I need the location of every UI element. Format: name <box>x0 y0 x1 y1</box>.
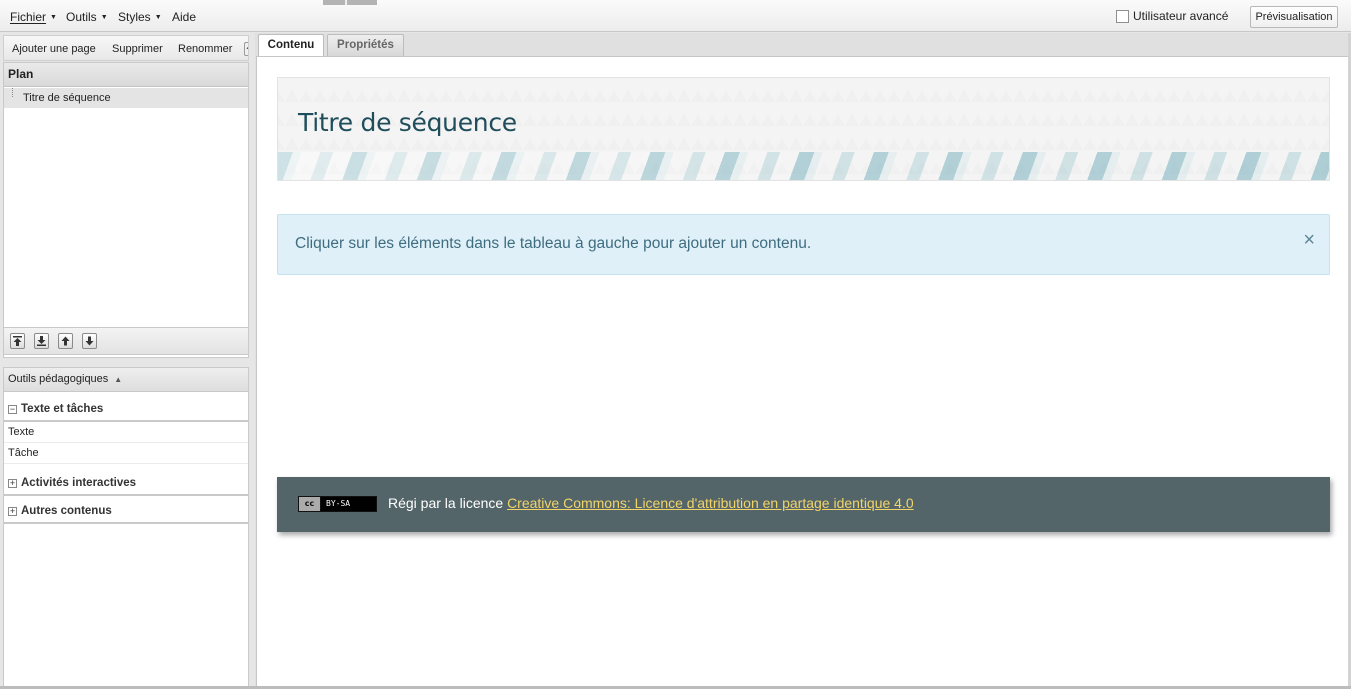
cc-badge-label: cc <box>299 497 321 511</box>
license-footer: cc BY-SA Régi par la licence Creative Co… <box>277 477 1330 532</box>
chevron-down-icon: ▼ <box>100 14 108 21</box>
advanced-user-checkbox[interactable] <box>1116 9 1129 23</box>
move-top-icon <box>13 336 22 346</box>
menu-outils[interactable]: Outils ▼ <box>66 10 108 24</box>
advanced-user-toggle[interactable]: Utilisateur avancé <box>1116 9 1228 23</box>
drag-handle[interactable] <box>323 0 377 5</box>
group-interactive-activities[interactable]: + Activités interactives <box>4 472 248 496</box>
move-top-button[interactable] <box>10 333 25 349</box>
plan-header: Plan <box>4 63 248 87</box>
page-toolbar: Ajouter une page Supprimer Renommer ◂ <box>3 35 249 61</box>
editor-area: Contenu Propriétés Titre de séquence Cli… <box>255 33 1351 689</box>
group-other-content-label: Autres contenus <box>21 505 112 517</box>
cc-by-sa-badge: cc BY-SA <box>298 496 377 512</box>
app-window: Fichier ▼ Outils ▼ Styles ▼ Aide Utilisateu… <box>0 0 1351 689</box>
info-alert: Cliquer sur les éléments dans le tableau… <box>277 214 1330 275</box>
tools-header-label: Outils pédagogiques <box>8 373 109 385</box>
content-frame: Titre de séquence Cliquer sur les élémen… <box>256 56 1349 689</box>
license-prefix: Régi par la licence <box>388 495 508 511</box>
group-interactive-activities-label: Activités interactives <box>21 477 137 489</box>
menu-fichier-label: Fichier <box>10 10 47 24</box>
delete-page-button[interactable]: Supprimer <box>112 43 163 55</box>
toolbar-overflow-icon[interactable]: ◂ <box>244 42 248 56</box>
menu-bar: Fichier ▼ Outils ▼ Styles ▼ Aide Utilisateu… <box>0 0 1351 32</box>
sequence-header: Titre de séquence <box>277 77 1330 181</box>
move-down-button[interactable] <box>82 333 97 349</box>
tab-properties[interactable]: Propriétés <box>327 34 404 56</box>
group-other-content[interactable]: + Autres contenus <box>4 500 248 524</box>
tools-panel: Outils pédagogiques ▲ − Texte et tâches T… <box>3 367 249 689</box>
group-text-tasks[interactable]: − Texte et tâches <box>4 398 248 422</box>
chevron-up-icon: ▲ <box>114 375 123 384</box>
group-text-tasks-label: Texte et tâches <box>21 403 104 415</box>
menu-aide[interactable]: Aide <box>172 10 196 24</box>
move-down-icon <box>85 336 94 346</box>
chevron-down-icon: ▼ <box>154 14 162 21</box>
by-sa-badge-label: BY-SA <box>321 497 376 511</box>
plan-panel: Plan Titre de séquence <box>3 62 249 358</box>
move-bottom-button[interactable] <box>34 333 49 349</box>
plan-order-controls <box>3 327 249 355</box>
left-sidebar: Ajouter une page Supprimer Renommer ◂ Pl… <box>0 33 255 689</box>
license-link[interactable]: Creative Commons: Licence d'attribution … <box>507 495 914 511</box>
tools-header[interactable]: Outils pédagogiques ▲ <box>4 368 248 392</box>
chevron-down-icon: ▼ <box>50 14 57 21</box>
menu-aide-label: Aide <box>172 10 197 24</box>
tab-content[interactable]: Contenu <box>258 34 324 57</box>
preview-button[interactable]: Prévisualisation <box>1250 6 1338 28</box>
move-up-icon <box>61 336 70 346</box>
menu-outils-label: Outils <box>66 10 97 24</box>
sequence-title[interactable]: Titre de séquence <box>298 108 517 137</box>
plan-item-sequence-title[interactable]: Titre de séquence <box>4 88 248 108</box>
menu-styles[interactable]: Styles ▼ <box>118 10 162 24</box>
tool-item-task[interactable]: Tâche <box>4 443 248 464</box>
collapse-icon[interactable]: − <box>8 404 17 414</box>
menu-styles-label: Styles <box>118 10 151 24</box>
move-up-button[interactable] <box>58 333 73 349</box>
license-text: Régi par la licence Creative Commons: Li… <box>388 495 914 511</box>
add-page-button[interactable]: Ajouter une page <box>12 43 96 55</box>
tool-item-text[interactable]: Texte <box>4 422 248 443</box>
header-decoration <box>278 152 1329 180</box>
move-bottom-icon <box>37 336 46 346</box>
expand-icon[interactable]: + <box>8 478 17 488</box>
expand-icon[interactable]: + <box>8 506 17 516</box>
close-icon[interactable]: × <box>1303 229 1315 252</box>
advanced-user-label: Utilisateur avancé <box>1133 9 1229 23</box>
menu-fichier[interactable]: Fichier ▼ <box>10 10 57 24</box>
rename-page-button[interactable]: Renommer <box>178 43 232 55</box>
info-message: Cliquer sur les éléments dans le tableau… <box>295 235 812 252</box>
